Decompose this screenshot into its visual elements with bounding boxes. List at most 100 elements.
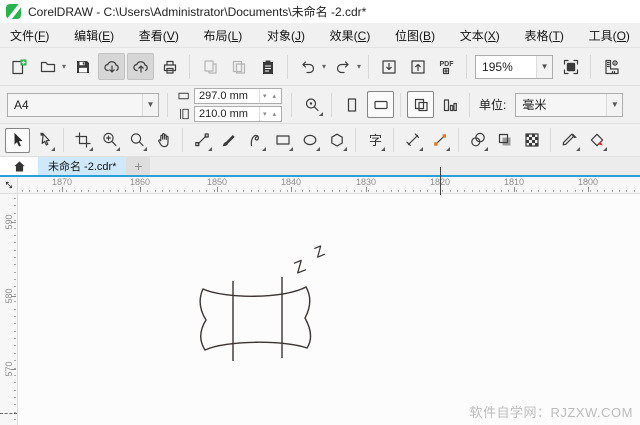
separator bbox=[167, 92, 168, 117]
zoom-level-combo-arrow-icon[interactable]: ▼ bbox=[536, 55, 553, 78]
pages-side-button[interactable] bbox=[407, 91, 434, 118]
eyedropper-button[interactable] bbox=[557, 128, 582, 153]
new-tab-button[interactable]: + bbox=[126, 157, 151, 175]
shape-button[interactable] bbox=[32, 128, 57, 153]
dimension-button[interactable] bbox=[400, 128, 425, 153]
pdf-button[interactable]: PDF bbox=[433, 53, 460, 80]
units-combo[interactable]: 毫米 ▼ bbox=[515, 92, 624, 117]
ruler-tick bbox=[611, 190, 613, 192]
ruler-tick bbox=[14, 279, 16, 281]
menu-2[interactable]: 编辑(E) bbox=[73, 25, 115, 46]
cloud-download-button[interactable] bbox=[98, 53, 126, 80]
ellipse-button[interactable] bbox=[297, 128, 322, 153]
document-tab[interactable]: 未命名 -2.cdr* bbox=[38, 157, 127, 175]
zoom-button[interactable] bbox=[97, 128, 122, 153]
drawing-canvas[interactable]: ZZ 软件自学网：RJZXW.COM bbox=[18, 194, 640, 425]
undo-dropdown-arrow[interactable]: ▾ bbox=[322, 62, 326, 71]
ruler-tick bbox=[14, 220, 16, 222]
save-button[interactable] bbox=[69, 53, 96, 80]
pattern-icon bbox=[523, 131, 541, 149]
export-button[interactable] bbox=[404, 53, 431, 80]
ruler-tick bbox=[14, 338, 16, 339]
pan-button[interactable] bbox=[151, 128, 176, 153]
page-height-spinner[interactable]: ▾ ▴ bbox=[259, 106, 281, 121]
separator bbox=[287, 54, 289, 79]
rulers-button[interactable] bbox=[597, 53, 624, 80]
portrait-button[interactable] bbox=[338, 91, 365, 118]
pillow-shape bbox=[199, 286, 312, 351]
ruler-tick bbox=[405, 190, 407, 192]
zoom-page-icon bbox=[303, 96, 321, 114]
drop-shadow-button[interactable] bbox=[492, 128, 517, 153]
print-button[interactable] bbox=[156, 53, 183, 80]
home-tab-button[interactable] bbox=[0, 157, 38, 175]
ruler-tick bbox=[117, 190, 119, 192]
undo-button[interactable] bbox=[294, 53, 321, 80]
contour-button[interactable] bbox=[465, 128, 490, 153]
text-icon: 字 bbox=[366, 131, 384, 149]
ruler-tick bbox=[294, 190, 296, 192]
zoom-page-button[interactable] bbox=[298, 91, 325, 118]
fullscreen-button[interactable] bbox=[557, 53, 584, 80]
open-folder-button[interactable] bbox=[34, 53, 61, 80]
page-size-combo[interactable]: A4 ▼ bbox=[7, 92, 159, 117]
connector-button[interactable] bbox=[427, 128, 452, 153]
page-height-value: 210.0 mm bbox=[199, 107, 248, 120]
connector-icon bbox=[431, 131, 449, 149]
redo-button[interactable] bbox=[329, 53, 356, 80]
ruler-label: 1800 bbox=[577, 177, 599, 187]
pan-icon bbox=[155, 131, 173, 149]
menu-7[interactable]: 位图(B) bbox=[394, 25, 436, 46]
pick-button[interactable] bbox=[5, 127, 30, 153]
magnifier-button[interactable] bbox=[124, 128, 149, 153]
artistic-media-button[interactable] bbox=[216, 128, 241, 153]
paste-button[interactable] bbox=[254, 53, 281, 80]
menu-6[interactable]: 效果(C) bbox=[329, 25, 372, 46]
units-combo-value: 毫米 bbox=[522, 98, 547, 112]
ruler-tick bbox=[14, 404, 16, 406]
menu-4[interactable]: 布局(L) bbox=[203, 25, 244, 46]
landscape-button[interactable] bbox=[367, 91, 394, 118]
crop-button[interactable] bbox=[70, 128, 95, 153]
menu-5[interactable]: 对象(J) bbox=[266, 25, 306, 46]
copy-button bbox=[196, 53, 223, 80]
new-document-button[interactable] bbox=[5, 53, 32, 80]
ruler-cursor-indicator bbox=[440, 167, 441, 195]
menu-1[interactable]: 文件(F) bbox=[9, 25, 50, 46]
menu-8[interactable]: 文本(X) bbox=[459, 25, 501, 46]
zoom-level-combo[interactable]: 195% ▼ bbox=[475, 54, 554, 79]
polygon-icon bbox=[328, 131, 346, 149]
property-bar: A4 ▼ 297.0 mm ▾ ▴ 210.0 mm ▾ ▴ 单位: 毫米 ▼ bbox=[0, 86, 640, 124]
cloud-upload-button[interactable] bbox=[127, 53, 155, 80]
rectangle-button[interactable] bbox=[270, 128, 295, 153]
vertical-ruler[interactable]: 590 580 570 bbox=[0, 194, 18, 425]
ruler-tick bbox=[596, 190, 598, 192]
curve-button[interactable] bbox=[243, 128, 268, 153]
ruler-tick bbox=[582, 190, 584, 192]
page-size-combo-arrow-icon[interactable]: ▼ bbox=[142, 93, 158, 116]
ruler-tick bbox=[434, 190, 436, 192]
redo-dropdown-arrow[interactable]: ▾ bbox=[357, 62, 361, 71]
ruler-origin-button[interactable] bbox=[0, 177, 18, 193]
interactive-fill-button[interactable] bbox=[584, 128, 609, 153]
ruler-tick bbox=[14, 419, 16, 421]
open-folder-dropdown-arrow[interactable]: ▾ bbox=[62, 62, 66, 71]
text-button[interactable]: 字 bbox=[362, 128, 387, 153]
ruler-tick bbox=[14, 257, 16, 258]
page-bars-button[interactable] bbox=[436, 91, 463, 118]
menu-3[interactable]: 查看(V) bbox=[138, 25, 180, 46]
freehand-button[interactable] bbox=[189, 128, 214, 153]
page-width-input[interactable]: 297.0 mm ▾ ▴ bbox=[194, 87, 282, 104]
ruler-label: 1810 bbox=[503, 177, 525, 187]
units-combo-arrow-icon[interactable]: ▼ bbox=[606, 93, 623, 116]
page-height-input[interactable]: 210.0 mm ▾ ▴ bbox=[194, 105, 282, 122]
import-button[interactable] bbox=[375, 53, 402, 80]
ruler-tick bbox=[560, 190, 561, 192]
horizontal-ruler[interactable]: 18701860185018401830182018101800 bbox=[0, 177, 640, 194]
menu-10[interactable]: 工具(O) bbox=[588, 25, 631, 46]
page-width-spinner[interactable]: ▾ ▴ bbox=[259, 88, 281, 103]
pattern-button[interactable] bbox=[519, 128, 544, 153]
menu-9[interactable]: 表格(T) bbox=[524, 25, 565, 46]
polygon-button[interactable] bbox=[324, 128, 349, 153]
undo-icon bbox=[299, 58, 317, 76]
